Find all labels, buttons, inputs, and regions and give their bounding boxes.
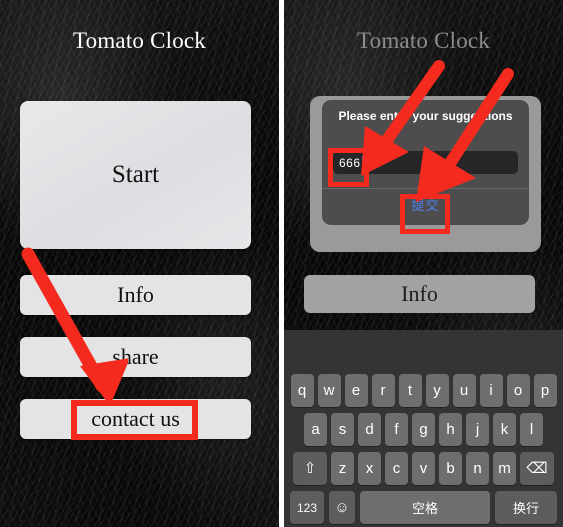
share-button[interactable]: share xyxy=(20,337,251,377)
highlight-box-submit xyxy=(400,194,450,234)
dialog-title: Please enter your suggestions xyxy=(338,109,513,123)
key-l[interactable]: l xyxy=(520,413,543,446)
on-screen-keyboard: q w e r t y u i o p a s d f g h j k l ⇧ … xyxy=(284,330,563,527)
key-h[interactable]: h xyxy=(439,413,462,446)
key-r[interactable]: r xyxy=(371,374,395,407)
share-button-label: share xyxy=(112,344,159,369)
keyboard-row-1: q w e r t y u i o p xyxy=(286,371,561,410)
key-p[interactable]: p xyxy=(533,374,557,407)
key-t[interactable]: t xyxy=(398,374,422,407)
key-b[interactable]: b xyxy=(439,452,462,485)
key-a[interactable]: a xyxy=(304,413,327,446)
info-button[interactable]: Info xyxy=(20,275,251,315)
key-k[interactable]: k xyxy=(493,413,516,446)
info-button-label: Info xyxy=(117,282,154,307)
key-y[interactable]: y xyxy=(425,374,449,407)
info-button-label: Info xyxy=(401,281,438,306)
shift-icon: ⇧ xyxy=(303,460,317,477)
start-button-label: Start xyxy=(111,161,160,188)
key-n[interactable]: n xyxy=(466,452,489,485)
key-g[interactable]: g xyxy=(412,413,435,446)
page-title: Tomato Clock xyxy=(356,28,491,53)
keyboard-suggestion-bar xyxy=(284,330,563,371)
page-title: Tomato Clock xyxy=(72,28,207,53)
space-key[interactable]: 空格 xyxy=(360,491,490,524)
key-c[interactable]: c xyxy=(385,452,408,485)
key-d[interactable]: d xyxy=(358,413,381,446)
shift-key[interactable]: ⇧ xyxy=(293,452,327,485)
backspace-icon: ⌫ xyxy=(526,460,548,477)
keyboard-row-2: a s d f g h j k l xyxy=(286,410,561,449)
key-u[interactable]: u xyxy=(452,374,476,407)
dialog-separator xyxy=(322,188,529,189)
key-m[interactable]: m xyxy=(493,452,516,485)
numeric-key[interactable]: 123 xyxy=(290,491,324,524)
key-s[interactable]: s xyxy=(331,413,354,446)
backspace-key[interactable]: ⌫ xyxy=(520,452,554,485)
key-o[interactable]: o xyxy=(506,374,530,407)
key-q[interactable]: q xyxy=(290,374,314,407)
key-x[interactable]: x xyxy=(358,452,381,485)
highlight-box-contact-us xyxy=(71,400,198,440)
return-key[interactable]: 换行 xyxy=(495,491,557,524)
key-f[interactable]: f xyxy=(385,413,408,446)
emoji-icon[interactable]: ☺ xyxy=(329,491,355,524)
key-i[interactable]: i xyxy=(479,374,503,407)
keyboard-row-4: 123 ☺ 空格 换行 xyxy=(286,488,561,527)
info-button[interactable]: Info xyxy=(304,275,535,313)
key-j[interactable]: j xyxy=(466,413,489,446)
keyboard-row-3: ⇧ z x c v b n m ⌫ xyxy=(286,449,561,488)
background-texture xyxy=(0,0,279,527)
key-w[interactable]: w xyxy=(317,374,341,407)
key-e[interactable]: e xyxy=(344,374,368,407)
keyboard-rows: q w e r t y u i o p a s d f g h j k l ⇧ … xyxy=(284,371,563,527)
key-z[interactable]: z xyxy=(331,452,354,485)
left-panel: Tomato Clock Start Info share contact us xyxy=(0,0,279,527)
screenshot-root: Tomato Clock Start Info share contact us… xyxy=(0,0,563,527)
right-panel: Tomato Clock Info Please enter your sugg… xyxy=(284,0,563,527)
start-button[interactable]: Start xyxy=(20,101,251,249)
key-v[interactable]: v xyxy=(412,452,435,485)
highlight-box-input xyxy=(328,148,369,187)
